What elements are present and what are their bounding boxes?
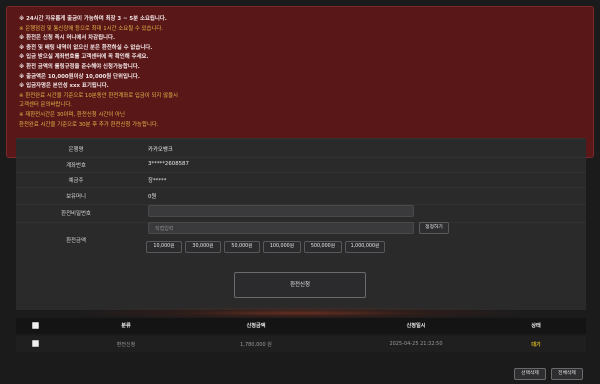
row-checkbox[interactable]: [32, 340, 39, 347]
amount-input[interactable]: 직접입력: [148, 222, 414, 234]
money-row: 보유머니 0원: [16, 187, 586, 204]
amount-buttons: 10,000원 30,000원 50,000원 100,000원 500,000…: [146, 241, 426, 253]
notice-line: ※ 재환전시간은 30이며, 환전신청 시간이 아닌: [19, 111, 125, 118]
amount-500000-button[interactable]: 500,000원: [304, 241, 342, 253]
header-status: 상태: [531, 323, 541, 329]
amount-label: 환전금액: [66, 238, 86, 244]
delete-selected-button[interactable]: 선택삭제: [514, 368, 546, 380]
header-datetime: 신청일시: [406, 323, 426, 329]
password-row: 환전비밀번호: [16, 204, 586, 222]
row-type: 환전신청: [116, 342, 136, 348]
notice-line: ※ 환전 금액의 롤링규정을 준수해야 신청가능합니다.: [19, 63, 140, 70]
bank-value: 카카오뱅크: [148, 147, 173, 153]
row-status: 대기: [531, 342, 541, 348]
amount-30000-button[interactable]: 30,000원: [185, 241, 221, 253]
notice-line: ※ 환전완료 시간을 기준으로 10분동안 환전계좌로 입금이 되지 않을시: [19, 92, 178, 99]
amount-50000-button[interactable]: 50,000원: [224, 241, 260, 253]
select-all-checkbox[interactable]: [32, 322, 39, 329]
amount-row: 환전금액 직접입력 정정하기 10,000원 30,000원 50,000원 1…: [16, 222, 586, 260]
amount-placeholder: 직접입력: [155, 226, 174, 232]
notice-line: 고객센터 문의바랍니다.: [19, 102, 73, 109]
account-value: 3*****2608587: [148, 161, 189, 167]
delete-all-button[interactable]: 전체삭제: [551, 368, 583, 380]
notice-line: ※ 은행점검 및 통신장애 등으로 최대 1시간 소요될 수 있습니다.: [19, 25, 164, 32]
submit-withdraw-button[interactable]: 환전신청: [234, 272, 366, 298]
money-label: 보유머니: [66, 194, 86, 200]
table-row: 환전신청 1,780,000 원 2025-04-25 21:32:50 대기: [16, 336, 586, 352]
notice-line: ※ 환전은 신청 즉시 머니에서 차감됩니다.: [19, 35, 116, 42]
row-amount: 1,780,000 원: [240, 342, 272, 348]
notice-line: ※ 입금자명은 본인성 xxx 표기됩니다.: [19, 83, 109, 90]
password-input[interactable]: [148, 205, 414, 217]
money-value: 0원: [148, 194, 157, 200]
notice-line: ※ 충전 및 배팅 내역이 없으신 분은 환전하실 수 없습니다.: [19, 44, 153, 51]
holder-value: 장*****: [148, 178, 167, 184]
account-label: 계좌번호: [66, 163, 86, 169]
header-type: 분류: [121, 323, 131, 329]
holder-label: 예금주: [68, 178, 84, 184]
bank-row: 은행명 카카오뱅크: [16, 139, 586, 157]
amount-10000-button[interactable]: 10,000원: [146, 241, 182, 253]
notice-box: ※ 24시간 자유롭게 출금이 가능하며 최장 3 ~ 5분 소요됩니다. ※ …: [6, 6, 594, 158]
amount-100000-button[interactable]: 100,000원: [263, 241, 301, 253]
bank-label: 은행명: [68, 147, 84, 153]
notice-line: 환전완료 시간을 기준으로 30분 후 추가 환전신청 가능합니다.: [19, 121, 159, 128]
row-datetime: 2025-04-25 21:32:50: [389, 341, 443, 347]
amount-1000000-button[interactable]: 1,000,000원: [345, 241, 385, 253]
password-label: 환전비밀번호: [61, 211, 91, 217]
notice-line: ※ 출금액은 10,000원이상 10,000원 단위입니다.: [19, 73, 140, 80]
table-header: 분류 신청금액 신청일시 상태: [16, 318, 586, 334]
notice-line: ※ 입금 받으실 계좌번호를 고객센터에 꼭 확인해 주세요.: [19, 54, 149, 61]
holder-row: 예금주 장*****: [16, 172, 586, 187]
account-row: 계좌번호 3*****2608587: [16, 157, 586, 172]
header-amount: 신청금액: [246, 323, 266, 329]
reset-button[interactable]: 정정하기: [419, 222, 449, 234]
notice-line: ※ 24시간 자유롭게 출금이 가능하며 최장 3 ~ 5분 소요됩니다.: [19, 16, 167, 22]
